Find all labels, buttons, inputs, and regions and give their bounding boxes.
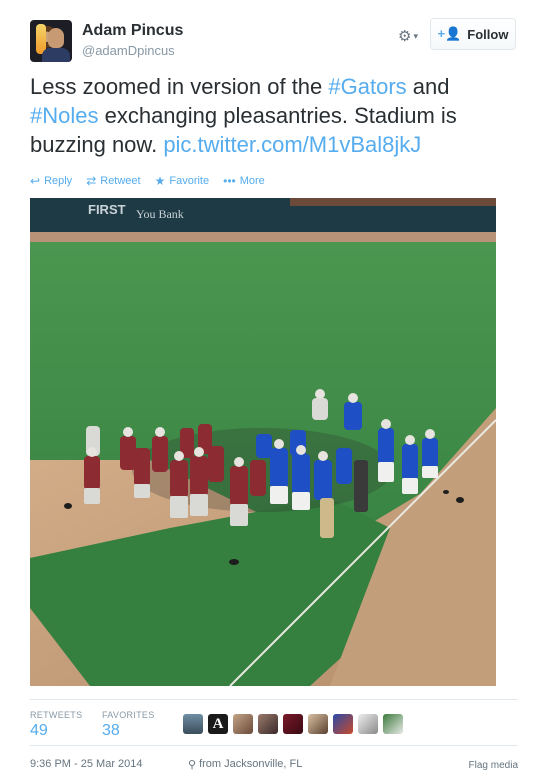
avatar[interactable] bbox=[30, 20, 72, 62]
follow-label: Follow bbox=[467, 26, 509, 42]
favoriter-avatar[interactable] bbox=[358, 714, 378, 734]
tweet-text-part: and bbox=[406, 74, 450, 99]
favoriter-avatar[interactable] bbox=[258, 714, 278, 734]
retweet-icon: ⇄ bbox=[86, 174, 97, 188]
retweets-label: RETWEETS bbox=[30, 710, 83, 720]
more-button[interactable]: ••• More bbox=[223, 174, 265, 188]
timestamp[interactable]: 9:36 PM - 25 Mar 2014 bbox=[30, 758, 143, 770]
more-label: More bbox=[239, 175, 265, 187]
follow-button[interactable]: +👤 Follow bbox=[430, 18, 516, 50]
warning-track bbox=[30, 232, 496, 242]
favorite-button[interactable]: ★ Favorite bbox=[155, 174, 210, 188]
favoriter-avatar[interactable] bbox=[308, 714, 328, 734]
wall-sign-text: You Bank bbox=[136, 207, 184, 221]
media-link[interactable]: pic.twitter.com/M1vBal8jkJ bbox=[163, 132, 421, 157]
avatar-shirt bbox=[42, 48, 70, 62]
retweets-count: 49 bbox=[30, 722, 48, 739]
favoriter-avatar[interactable] bbox=[283, 714, 303, 734]
chevron-down-icon: ▾ bbox=[413, 30, 418, 41]
favoriter-avatar[interactable] bbox=[183, 714, 203, 734]
tweet-text-part: Less zoomed in version of the bbox=[30, 74, 329, 99]
reply-icon: ↩ bbox=[30, 174, 41, 188]
user-handle[interactable]: @adamDpincus bbox=[82, 43, 175, 58]
favorites-label: FAVORITES bbox=[102, 710, 155, 720]
tweet-photo[interactable]: FIRST You Bank bbox=[30, 198, 496, 686]
tweet-header: Adam Pincus @adamDpincus ⚙ ▾ +👤 Follow bbox=[30, 18, 518, 62]
location-pin-icon: ⚲ bbox=[188, 759, 197, 771]
flag-media-link[interactable]: Flag media bbox=[469, 760, 518, 771]
more-icon: ••• bbox=[223, 174, 236, 188]
gear-icon: ⚙ bbox=[398, 28, 412, 45]
hashtag-link[interactable]: #Gators bbox=[328, 74, 406, 99]
favorites-stat[interactable]: FAVORITES 38 bbox=[102, 710, 155, 740]
user-name[interactable]: Adam Pincus bbox=[82, 22, 183, 40]
divider bbox=[30, 699, 518, 700]
location[interactable]: ⚲ from Jacksonville, FL bbox=[188, 758, 302, 771]
retweet-label: Retweet bbox=[100, 175, 141, 187]
baseball-field-photo: FIRST You Bank bbox=[30, 198, 496, 686]
reply-label: Reply bbox=[44, 175, 73, 187]
crowd-stands bbox=[290, 198, 496, 206]
add-user-icon: +👤 bbox=[437, 26, 462, 41]
hashtag-link[interactable]: #Noles bbox=[30, 103, 98, 128]
favoriter-avatar[interactable] bbox=[383, 714, 403, 734]
wall-sign-text: FIRST bbox=[88, 202, 126, 217]
favorite-label: Favorite bbox=[169, 175, 210, 187]
retweet-button[interactable]: ⇄ Retweet bbox=[86, 174, 140, 188]
retweets-stat[interactable]: RETWEETS 49 bbox=[30, 710, 82, 740]
favorites-count: 38 bbox=[102, 722, 120, 739]
reply-button[interactable]: ↩ Reply bbox=[30, 174, 72, 188]
favoriter-avatar[interactable] bbox=[233, 714, 253, 734]
settings-dropdown[interactable]: ⚙ ▾ bbox=[398, 26, 426, 46]
location-label: from Jacksonville, FL bbox=[199, 758, 303, 770]
favoriters-avatars: A bbox=[183, 714, 403, 734]
tweet-text: Less zoomed in version of the #Gators an… bbox=[30, 72, 500, 159]
favoriter-avatar[interactable] bbox=[333, 714, 353, 734]
favoriter-avatar[interactable]: A bbox=[208, 714, 228, 734]
tweet-actions: ↩ Reply ⇄ Retweet ★ Favorite ••• More bbox=[30, 174, 265, 188]
divider bbox=[30, 745, 518, 746]
star-icon: ★ bbox=[154, 174, 166, 188]
avatar-face bbox=[48, 28, 64, 48]
